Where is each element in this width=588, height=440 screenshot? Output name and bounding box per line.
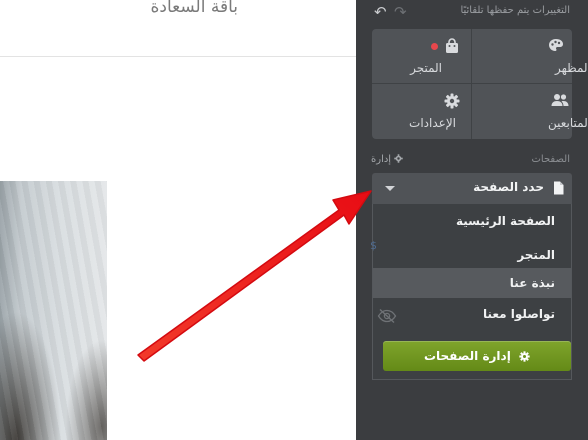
nav-followers-label: المتابعين [548, 116, 588, 130]
manage-link-label: إدارة [371, 154, 392, 165]
dropdown-item-store[interactable]: المتجر [373, 240, 571, 270]
dropdown-item-contact[interactable]: تواصلوا معنا [373, 299, 571, 329]
nav-settings[interactable]: الإعدادات [372, 84, 472, 139]
people-icon [551, 93, 569, 110]
autosave-bar: التغييرات يتم حفظها تلقائيًا ↶ ↷ [356, 0, 588, 28]
eye-slash-icon [377, 305, 397, 335]
gear-small-icon [394, 154, 403, 163]
autosave-status: التغييرات يتم حفظها تلقائيًا [460, 5, 570, 16]
nav-grid: المتجر المظهر الإعدادات المتابعين [372, 29, 588, 139]
manage-pages-link[interactable]: إدارة [371, 154, 403, 165]
collapse-handle-icon: $ [370, 239, 377, 252]
notification-dot [431, 43, 438, 50]
page-icon [553, 180, 564, 199]
dropdown-item-about[interactable]: نبذة عنا [373, 268, 571, 298]
nav-store[interactable]: المتجر [372, 29, 472, 84]
page-dropdown: الصفحة الرئيسية المتجر نبذة عنا تواصلوا … [372, 204, 572, 380]
nav-appearance-label: المظهر [555, 61, 588, 75]
manage-pages-button-label: إدارة الصفحات [423, 349, 511, 363]
site-title: باقة السعادة [150, 0, 238, 17]
dropdown-item-home[interactable]: الصفحة الرئيسية [373, 206, 571, 236]
palette-icon [548, 38, 564, 55]
nav-appearance[interactable]: المظهر [472, 29, 588, 84]
manage-pages-button[interactable]: إدارة الصفحات [383, 341, 571, 371]
page-select-label: حدد الصفحة [473, 180, 544, 194]
hero-photo [0, 181, 107, 440]
chevron-down-icon [385, 186, 395, 191]
header-divider [0, 56, 356, 57]
nav-store-label: المتجر [410, 61, 442, 75]
editor-panel: التغييرات يتم حفظها تلقائيًا ↶ ↷ المتجر [356, 0, 588, 440]
redo-button[interactable]: ↷ [394, 3, 407, 21]
page-select[interactable]: حدد الصفحة [372, 173, 572, 204]
shopping-bag-icon [445, 38, 459, 57]
nav-settings-label: الإعدادات [409, 116, 456, 130]
gear-icon [444, 93, 460, 112]
gear-icon [519, 343, 530, 373]
nav-followers[interactable]: المتابعين [472, 84, 588, 139]
dropdown-item-contact-label: تواصلوا معنا [482, 307, 555, 321]
site-preview: باقة السعادة [0, 0, 356, 440]
undo-button[interactable]: ↶ [374, 3, 387, 21]
pages-section-label: الصفحات [531, 154, 570, 165]
